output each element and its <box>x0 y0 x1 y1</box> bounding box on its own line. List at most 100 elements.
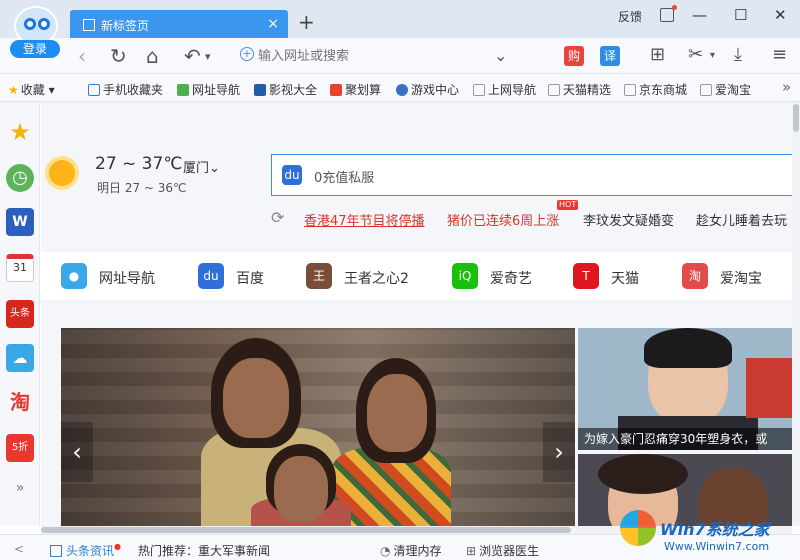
headline-slideshow[interactable]: ‹ › <box>61 328 575 526</box>
download-icon[interactable]: ⤓ <box>734 44 742 65</box>
tab-title: 新标签页 <box>101 19 150 33</box>
collapse-sidebar-icon[interactable]: < <box>14 542 24 556</box>
quick-links: ● 网址导航 du 百度 王 王者之心2 iQ 爱奇艺 T 天猫 淘 爱淘宝 <box>41 252 792 300</box>
bookmark-label: 手机收藏夹 <box>103 83 164 97</box>
search-input[interactable] <box>314 165 714 187</box>
tab-new-tab[interactable]: 新标签页 × <box>70 10 288 38</box>
toutiao-icon[interactable]: 头条 <box>6 300 34 328</box>
browser-doctor-label: 浏览器医生 <box>479 544 540 558</box>
hot-badge: HOT <box>557 200 579 210</box>
back-button[interactable]: ‹ <box>78 44 86 68</box>
bookmark-aitaobao[interactable]: 爱淘宝 <box>700 81 751 98</box>
speedometer-icon: ◔ <box>380 544 391 558</box>
site-watermark: Win7系统之家 Www.Winwin7.com <box>620 506 800 560</box>
notification-dot: ● <box>114 542 121 551</box>
add-site-icon[interactable]: + <box>240 47 254 61</box>
bookmark-label: 游戏中心 <box>411 83 460 97</box>
watermark-brand: Win7系统之家 <box>660 520 770 539</box>
maximize-button[interactable]: ☐ <box>734 6 747 24</box>
undo-close-button[interactable]: ↶ <box>184 44 201 68</box>
translate-button[interactable]: 译 <box>600 46 620 66</box>
calendar-icon[interactable]: 31 <box>6 254 34 282</box>
vertical-scrollbar[interactable] <box>792 102 800 526</box>
screenshot-cut-icon[interactable]: ✂ <box>688 44 703 65</box>
clean-memory-label: 清理内存 <box>393 544 442 558</box>
address-dropdown-icon[interactable]: ⌄ <box>494 46 507 65</box>
quicklink-label: 王者之心2 <box>344 271 409 287</box>
toutiao-news-button[interactable]: 头条资讯● <box>50 542 121 559</box>
slide-next-button[interactable]: › <box>543 422 575 482</box>
address-input[interactable] <box>258 45 488 67</box>
news-refresh-icon[interactable]: ⟳ <box>271 208 284 227</box>
home-button[interactable]: ⌂ <box>146 44 159 68</box>
bookmark-video[interactable]: 影视大全 <box>254 81 317 98</box>
tomorrow-forecast: 明日 27 ~ 36℃ <box>97 181 187 195</box>
close-window-button[interactable]: ✕ <box>774 6 787 24</box>
hot-recommend-link[interactable]: 热门推荐：重大军事新闻 <box>138 542 270 559</box>
temperature-range: 27 ~ 37℃ <box>95 154 183 174</box>
new-tab-button[interactable]: + <box>298 10 315 34</box>
city-selector[interactable]: 厦门⌄ <box>183 157 220 176</box>
juhuasuan-icon <box>330 84 342 96</box>
news-link-1[interactable]: 香港47年节目将停播 <box>304 210 425 229</box>
address-bar[interactable]: + <box>232 44 514 68</box>
slide-prev-button[interactable]: ‹ <box>61 422 93 482</box>
feedback-link[interactable]: 反馈 <box>618 8 642 25</box>
news-link-3[interactable]: 李玟发文疑婚变 <box>583 210 674 229</box>
news-link-2[interactable]: 猪价已连续6周上涨 <box>447 210 559 229</box>
taobao-icon[interactable]: 淘 <box>6 388 34 416</box>
weather-cloud-icon[interactable]: ☁ <box>6 344 34 372</box>
quicklink-label: 爱奇艺 <box>490 271 532 287</box>
bookmark-web-nav[interactable]: 上网导航 <box>473 81 536 98</box>
history-clock-icon[interactable]: ◷ <box>6 164 34 192</box>
search-box[interactable]: du <box>271 154 792 196</box>
refresh-button[interactable]: ↻ <box>110 44 127 68</box>
bookmark-label: 天猫精选 <box>563 83 612 97</box>
bookmark-juhuasuan[interactable]: 聚划算 <box>330 81 381 98</box>
menu-icon[interactable]: ≡ <box>772 44 787 65</box>
bookmark-favorites[interactable]: ★ 收藏 ▾ <box>8 81 55 98</box>
discount-icon[interactable]: 5折 <box>6 434 34 462</box>
skin-icon[interactable] <box>660 5 677 22</box>
bookmark-games[interactable]: 游戏中心 <box>396 81 459 98</box>
minimize-button[interactable]: — <box>692 6 707 24</box>
shopping-button[interactable]: 购 <box>564 46 584 66</box>
bookmark-nav[interactable]: 网址导航 <box>177 81 240 98</box>
quicklink-label: 天猫 <box>611 271 639 287</box>
favorites-star-icon[interactable]: ★ <box>6 118 34 146</box>
tab-close-button[interactable]: × <box>267 16 279 32</box>
scroll-thumb[interactable] <box>793 104 799 132</box>
scroll-thumb[interactable] <box>41 527 571 533</box>
side-news-1[interactable]: 为嫁入豪门忍痛穿30年塑身衣，或 <box>578 328 792 450</box>
baidu-paw-icon[interactable]: du <box>282 165 302 185</box>
page-icon <box>473 84 485 96</box>
title-bar: 新标签页 × + 反馈 — ☐ ✕ <box>0 0 800 38</box>
news-link-4[interactable]: 趁女儿睡着去玩 <box>696 210 787 229</box>
sidebar-more-icon[interactable]: » <box>6 474 34 502</box>
page-icon <box>624 84 636 96</box>
cut-menu-arrow[interactable]: ▾ <box>710 50 715 61</box>
bookmark-label: 收藏 <box>20 83 45 97</box>
chevron-down-icon: ⌄ <box>209 161 220 176</box>
side-news-caption: 为嫁入豪门忍痛穿30年塑身衣，或 <box>578 428 792 450</box>
side-photo-hair <box>644 328 732 368</box>
new-tab-page: 27 ~ 37℃ 厦门⌄ 明日 27 ~ 36℃ du ⟳ 香港47年节目将停播… <box>41 102 792 526</box>
iqiyi-icon: iQ <box>452 263 478 289</box>
undo-menu-arrow[interactable]: ▾ <box>205 50 211 63</box>
browser-doctor-button[interactable]: ⊞ 浏览器医生 <box>466 542 539 559</box>
bookmark-label: 爱淘宝 <box>715 83 752 97</box>
avatar-eye-right <box>38 18 50 30</box>
bookmarks-more-icon[interactable]: » <box>782 78 791 96</box>
bookmark-tmall[interactable]: 天猫精选 <box>548 81 611 98</box>
bookmarks-bar: ★ 收藏 ▾ 手机收藏夹 网址导航 影视大全 聚划算 游戏中心 上网导航 天猫精选… <box>0 74 800 102</box>
login-button[interactable]: 登录 <box>10 40 60 58</box>
navigation-bar: ‹ ↻ ⌂ ↶ ▾ + ⌄ 购 译 ⊞ ✂ ▾ ⤓ ≡ <box>0 38 800 74</box>
apps-icon[interactable]: ⊞ <box>650 44 665 65</box>
game-icon <box>396 84 408 96</box>
house-icon <box>177 84 189 96</box>
bookmark-mobile[interactable]: 手机收藏夹 <box>88 81 163 98</box>
clean-memory-button[interactable]: ◔ 清理内存 <box>380 542 442 559</box>
word-icon[interactable]: W <box>6 208 34 236</box>
bookmark-jd[interactable]: 京东商城 <box>624 81 687 98</box>
bookmark-label: 网址导航 <box>192 83 241 97</box>
